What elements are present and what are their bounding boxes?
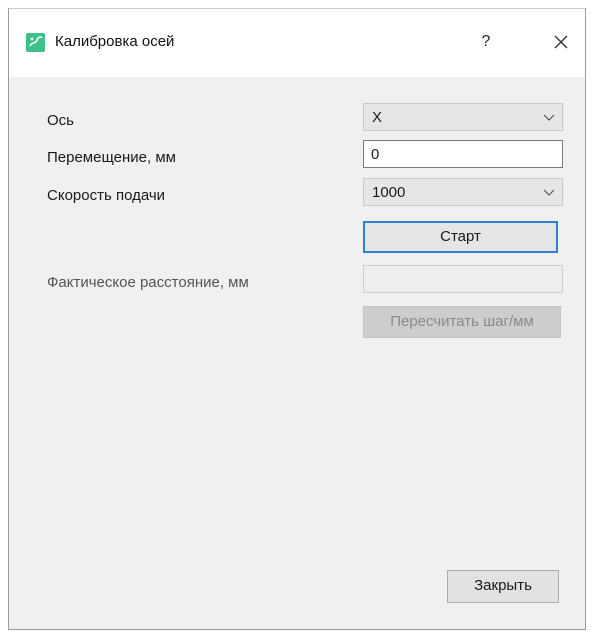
axis-select-value: X (372, 109, 383, 126)
calibration-dialog: Калибровка осей ? Ось X Перемещение, мм … (8, 8, 586, 630)
app-logo-icon (26, 33, 45, 52)
title-bar[interactable]: Калибровка осей ? (9, 9, 585, 77)
chevron-down-icon (543, 189, 555, 196)
feed-rate-select[interactable]: 1000 (363, 178, 563, 206)
help-button[interactable]: ? (471, 26, 501, 58)
feed-rate-select-value: 1000 (372, 184, 406, 201)
window-title: Калибровка осей (55, 33, 175, 50)
displacement-label: Перемещение, мм (47, 149, 176, 166)
axis-label: Ось (47, 112, 74, 129)
start-button[interactable]: Старт (363, 221, 558, 253)
close-icon (554, 35, 568, 49)
close-button[interactable]: Закрыть (447, 570, 559, 603)
displacement-input[interactable]: 0 (363, 140, 563, 168)
actual-distance-input[interactable] (363, 265, 563, 293)
recalculate-button[interactable]: Пересчитать шаг/мм (363, 306, 561, 338)
displacement-input-value: 0 (371, 146, 380, 163)
axis-select[interactable]: X (363, 103, 563, 131)
actual-distance-label: Фактическое расстояние, мм (47, 274, 249, 291)
chevron-down-icon (543, 114, 555, 121)
close-window-button[interactable] (545, 26, 577, 58)
feed-rate-label: Скорость подачи (47, 187, 166, 204)
